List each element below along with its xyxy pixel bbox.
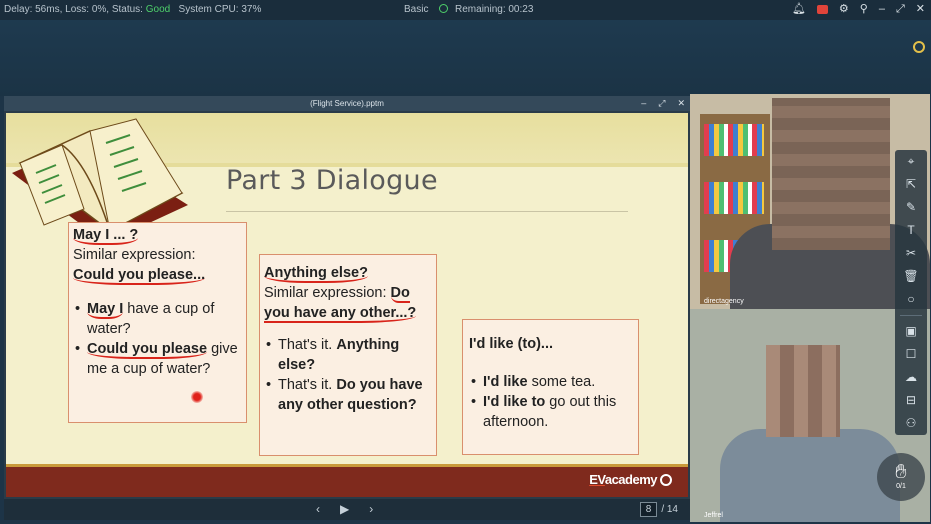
box1-heading: May I ... ? [73, 227, 139, 245]
connection-stats: Delay: 56ms, Loss: 0%, Status: Good Syst… [4, 4, 261, 15]
slide: Part 3 Dialogue May I ... ? Similar expr… [6, 113, 688, 497]
users-icon[interactable]: ⚇ [895, 412, 927, 435]
participant-name: Jeffrel [704, 512, 723, 519]
cursor-icon[interactable]: ⌖ [895, 150, 927, 173]
blurred-face [766, 345, 840, 437]
gear-icon[interactable]: ⚙ [839, 3, 849, 16]
raise-hand-count: 0/1 [896, 483, 906, 490]
toolbox-icon[interactable]: ⊟ [895, 389, 927, 412]
shape-icon[interactable]: ○ [895, 288, 927, 311]
bell-icon[interactable]: 🔔︎ [792, 3, 806, 16]
box1-similar: Similar expression: [73, 247, 196, 263]
minimize-icon[interactable]: – [641, 96, 646, 111]
select-icon[interactable]: ⇱ [895, 173, 927, 196]
box3-bullet: I'd like to go out this afternoon. [469, 392, 632, 432]
dialogue-box-may-i: May I ... ? Similar expression: Could yo… [68, 222, 247, 423]
close-icon[interactable]: ✕ [916, 3, 925, 16]
box3-heading: I'd like (to)... [469, 336, 554, 352]
slide-title: Part 3 Dialogue [226, 165, 438, 196]
presentation-window: (Flight Service).pptm – ⤢ ✕ Part 3 Dialo… [4, 96, 690, 520]
clock-icon [439, 4, 449, 13]
laser-pointer [191, 391, 203, 403]
previous-slide-icon[interactable]: ‹ [316, 502, 320, 516]
image-icon[interactable]: ▣ [895, 320, 927, 343]
box2-heading: Anything else? [264, 265, 368, 283]
session-info: Basic Remaining: 00:23 [404, 4, 533, 15]
box2-bullet: That's it. Anything else? [264, 335, 432, 375]
hand-icon: ✋︎ [895, 461, 907, 483]
chat-icon[interactable]: ☐ [895, 343, 927, 366]
status-bar: Delay: 56ms, Loss: 0%, Status: Good Syst… [0, 0, 931, 20]
stage-area [0, 20, 931, 96]
raise-hand-button[interactable]: ✋︎ 0/1 [877, 453, 925, 501]
text-icon[interactable]: T [895, 219, 927, 242]
box1-expression: Could you please... [73, 267, 206, 285]
presentation-titlebar: (Flight Service).pptm – ⤢ ✕ [4, 96, 690, 111]
scissors-icon[interactable]: ✂ [895, 242, 927, 265]
box1-bullet: Could you please give me a cup of water? [73, 339, 242, 379]
indicator-icon [913, 41, 925, 53]
pin-icon[interactable]: ⚲ [860, 3, 868, 16]
slide-navigation: ‹ ▶ › 8 / 14 [4, 499, 690, 520]
maximize-icon[interactable]: ⤢ [658, 96, 665, 111]
presentation-window-controls: – ⤢ ✕ [641, 96, 685, 111]
page-indicator: 8 / 14 [639, 502, 678, 517]
minimize-icon[interactable]: – [879, 3, 885, 16]
cloud-icon[interactable]: ☁ [895, 366, 927, 389]
cpu-usage: System CPU: 37% [178, 4, 262, 15]
box2-similar-line: Similar expression: Do you have any othe… [264, 285, 417, 323]
dialogue-box-anything-else: Anything else? Similar expression: Do yo… [259, 254, 437, 456]
mode-label: Basic [404, 4, 429, 15]
blurred-face [772, 98, 890, 250]
presentation-title: (Flight Service).pptm [310, 99, 384, 108]
window-controls: 🔔︎ ⚙ ⚲ – ⤢ ✕ [792, 3, 925, 16]
dialogue-box-id-like: I'd like (to)... I'd like some tea. I'd … [462, 319, 639, 455]
maximize-icon[interactable]: ⤢ [896, 3, 905, 16]
trash-icon[interactable]: 🗑︎ [895, 265, 927, 288]
evacademy-logo: EVacademy [589, 472, 672, 487]
title-divider [226, 211, 628, 212]
remaining-time: Remaining: 00:23 [455, 4, 534, 15]
pen-icon[interactable]: ✎ [895, 196, 927, 219]
play-icon[interactable]: ▶ [340, 502, 349, 516]
next-slide-icon[interactable]: › [369, 502, 373, 516]
stats-prefix: Delay: 56ms, Loss: 0%, Status: [4, 4, 143, 15]
participant-name: directagency [704, 298, 744, 305]
box2-bullet: That's it. Do you have any other questio… [264, 375, 432, 415]
slide-footer: EVacademy [6, 464, 688, 497]
video-tile-teacher: directagency [690, 94, 930, 309]
page-number-input[interactable]: 8 [639, 502, 658, 517]
record-icon[interactable] [816, 5, 828, 14]
annotation-toolbar: ⌖ ⇱ ✎ T ✂ 🗑︎ ○ ▣ ☐ ☁ ⊟ ⚇ [895, 150, 927, 435]
status-good: Good [145, 4, 171, 15]
close-icon[interactable]: ✕ [677, 96, 685, 111]
box3-bullet: I'd like some tea. [469, 372, 632, 392]
box1-bullet: May I have a cup of water? [73, 299, 242, 339]
page-total: / 14 [661, 504, 678, 515]
